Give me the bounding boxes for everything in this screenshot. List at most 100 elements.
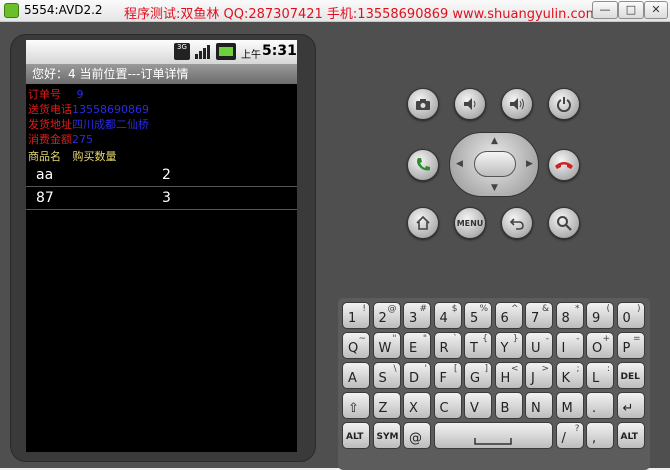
dpad-down-icon[interactable]: ▼ — [491, 183, 498, 193]
key-r[interactable]: R ` — [433, 332, 462, 359]
key-w[interactable]: W " — [372, 332, 401, 359]
key-a[interactable]: A — [342, 362, 370, 389]
volume-down-button[interactable] — [454, 88, 486, 120]
key-label: U — [531, 341, 541, 356]
hardware-keyboard: 1! 2 @3 #4 $5% 6 ^ 7 & 8 * 9(0) Q ~ W " E " R ` T{Y} U - I - O + P =… — [338, 298, 650, 470]
key-k[interactable]: K; — [555, 362, 584, 389]
key-label: F — [439, 371, 447, 386]
camera-button[interactable] — [407, 88, 439, 120]
key-g[interactable]: G] — [464, 362, 492, 389]
key-s[interactable]: S \ — [372, 362, 401, 389]
power-icon — [557, 97, 571, 112]
key-e[interactable]: E " — [403, 332, 431, 359]
key-label: SYM — [376, 432, 399, 442]
back-button[interactable] — [501, 207, 533, 239]
key-label: S — [378, 371, 387, 386]
key-sublabel: % — [479, 304, 488, 314]
power-button[interactable] — [548, 88, 580, 120]
key-h[interactable]: H < — [494, 362, 523, 389]
search-button[interactable] — [548, 207, 580, 239]
key-slash[interactable]: /? — [555, 422, 584, 449]
key-alt-right[interactable]: ALT — [616, 422, 645, 449]
key-u[interactable]: U- — [525, 332, 553, 359]
key-3[interactable]: 3 # — [403, 302, 431, 329]
key-v[interactable]: V — [464, 392, 492, 419]
key-label: 6 — [500, 311, 509, 326]
key-label: ALT — [620, 432, 638, 442]
key-sublabel: - — [545, 334, 549, 344]
key-t[interactable]: T{ — [464, 332, 492, 359]
dpad-center-button[interactable] — [474, 151, 516, 177]
key-0[interactable]: 0) — [616, 302, 645, 329]
home-button[interactable] — [407, 207, 439, 239]
key-label: Z — [378, 401, 388, 416]
key-sublabel: " — [392, 334, 397, 344]
minimize-button[interactable]: — — [592, 1, 618, 19]
key-enter[interactable]: ↵ — [616, 392, 645, 419]
key-x[interactable]: X — [403, 392, 431, 419]
volume-up-button[interactable] — [501, 88, 533, 120]
key-5[interactable]: 5% — [464, 302, 492, 329]
list-item[interactable]: 87 3 — [26, 188, 297, 210]
key-label: I — [561, 341, 566, 356]
key-alt-left[interactable]: ALT — [342, 422, 370, 449]
key-m[interactable]: M — [555, 392, 584, 419]
key-comma[interactable]: , — [586, 422, 614, 449]
key-4[interactable]: 4 $ — [433, 302, 462, 329]
dpad-right-icon[interactable]: ▶ — [526, 159, 533, 169]
key-label: ⇧ — [348, 401, 359, 416]
order-no-row: 订单号 9 — [28, 87, 84, 102]
key-b[interactable]: B — [494, 392, 523, 419]
key-y[interactable]: Y} — [494, 332, 523, 359]
key-label: O — [592, 341, 603, 356]
close-button[interactable]: ✕ — [644, 1, 668, 19]
call-button[interactable] — [407, 149, 439, 181]
key-o[interactable]: O + — [586, 332, 614, 359]
key-1[interactable]: 1! — [342, 302, 370, 329]
key-7[interactable]: 7 & — [525, 302, 553, 329]
key-sym[interactable]: SYM — [372, 422, 401, 449]
end-call-button[interactable] — [548, 149, 580, 181]
key-9[interactable]: 9( — [586, 302, 614, 329]
key-sublabel: * — [575, 304, 580, 314]
key-shift[interactable]: ⇧ — [342, 392, 370, 419]
key-sublabel: < — [510, 364, 519, 374]
key-label: 9 — [592, 311, 601, 326]
dpad[interactable]: ▲ ▼ ◀ ▶ — [449, 132, 539, 197]
menu-button[interactable]: MENU — [454, 207, 486, 239]
key-p[interactable]: P = — [616, 332, 645, 359]
key-label: 3 — [409, 311, 418, 326]
key-at[interactable]: @ — [403, 422, 431, 449]
key-sublabel: > — [541, 364, 549, 374]
key-sublabel: ) — [636, 304, 641, 314]
list-item[interactable]: aa 2 — [26, 165, 297, 187]
key-8[interactable]: 8 * — [555, 302, 584, 329]
key-j[interactable]: J > — [525, 362, 553, 389]
key-space[interactable] — [433, 422, 553, 449]
key-period[interactable]: . — [586, 392, 614, 419]
key-d[interactable]: D ' — [403, 362, 431, 389]
key-label: H — [500, 371, 511, 386]
key-label: X — [409, 401, 418, 416]
key-2[interactable]: 2 @ — [372, 302, 401, 329]
key-n[interactable]: N — [525, 392, 553, 419]
key-6[interactable]: 6 ^ — [494, 302, 523, 329]
maximize-button[interactable]: □ — [618, 1, 644, 19]
key-label: 0 — [622, 311, 631, 326]
dpad-up-icon[interactable]: ▲ — [491, 136, 498, 146]
key-q[interactable]: Q ~ — [342, 332, 370, 359]
key-i[interactable]: I- — [555, 332, 584, 359]
phone-label: 送货电话 — [28, 103, 72, 116]
address-row: 发货地址四川成都二仙桥 — [28, 117, 149, 132]
key-label: P — [622, 341, 631, 356]
key-f[interactable]: F[ — [433, 362, 462, 389]
dpad-left-icon[interactable]: ◀ — [456, 159, 463, 169]
key-l[interactable]: L: — [586, 362, 614, 389]
key-z[interactable]: Z — [372, 392, 401, 419]
address-label: 发货地址 — [28, 118, 72, 131]
key-label: Y — [500, 341, 509, 356]
key-sublabel: + — [602, 334, 610, 344]
key-c[interactable]: C — [433, 392, 462, 419]
key-del[interactable]: DEL — [616, 362, 645, 389]
item-qty: 2 — [162, 167, 171, 183]
